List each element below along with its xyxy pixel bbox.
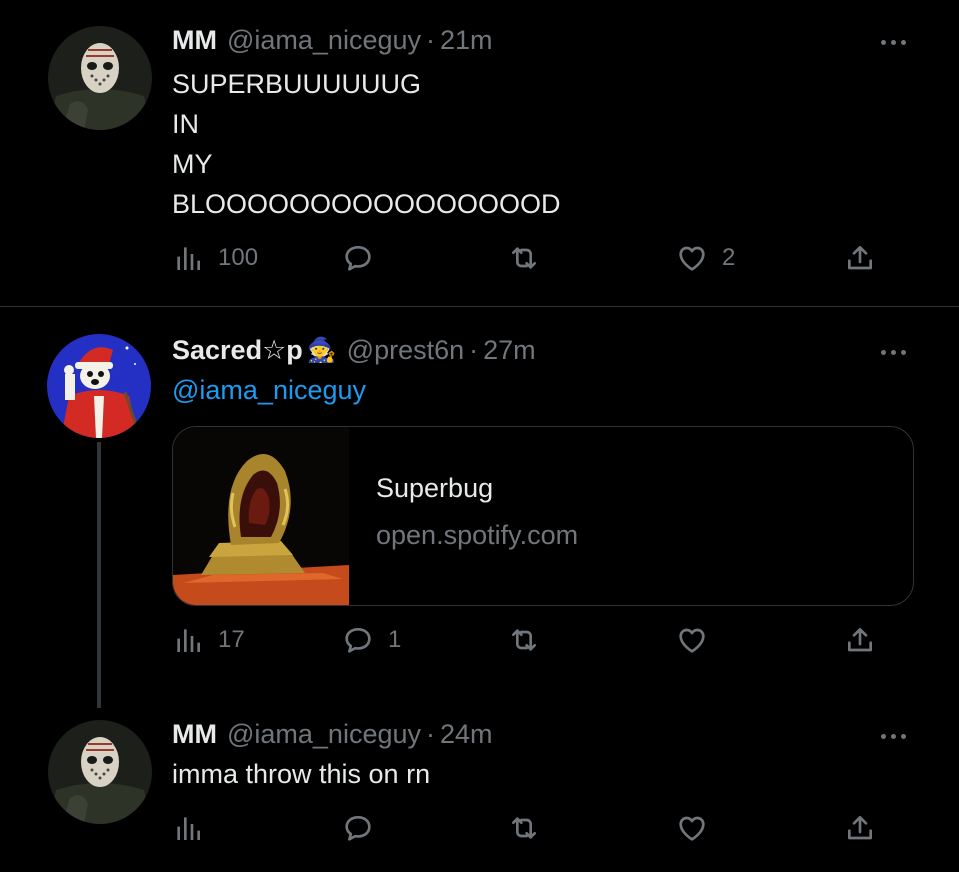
reply-button[interactable] [342,808,388,848]
timestamp[interactable]: 21m [440,25,493,56]
separator-dot: · [426,24,435,55]
retweet-button[interactable] [508,620,554,660]
views-count: 100 [218,244,259,271]
views-button[interactable]: 17 [172,620,245,660]
like-icon [679,816,705,841]
like-button[interactable]: 2 [676,238,735,278]
share-icon [848,628,872,652]
card-title: Superbug [376,473,494,503]
author-handle[interactable]: @prest6n [347,335,464,366]
views-icon [177,629,200,652]
tweet-3[interactable]: MM @iama_niceguy · 24m imma throw this o… [0,702,959,872]
avatar[interactable] [48,720,152,824]
author-handle[interactable]: @iama_niceguy [227,719,421,750]
mention-link[interactable]: @iama_niceguy [172,370,366,410]
link-card[interactable]: Superbug open.spotify.com [172,426,914,606]
views-button[interactable]: 100 [172,238,258,278]
author-name[interactable]: MM [172,719,217,750]
share-icon [848,816,872,840]
action-bar [172,808,887,848]
like-count: 2 [722,244,736,271]
tweet-text: SUPERBUUUUUUG IN MY BLOOOOOOOOOOOOOOOOD [172,64,561,224]
card-domain: open.spotify.com [376,520,579,550]
reply-icon [345,628,371,653]
like-button[interactable] [676,808,722,848]
reply-icon [345,246,371,271]
views-count: 17 [218,626,245,653]
share-button[interactable] [844,808,876,848]
tweet-header: Sacred☆p 🧙 @prest6n · 27m [172,332,536,368]
tweet-text-line: imma throw this on rn [172,759,431,789]
retweet-icon [512,247,536,269]
tweet-1[interactable]: MM @iama_niceguy · 21m SUPERBUUUUUUG IN … [0,0,959,306]
author-handle[interactable]: @iama_niceguy [227,25,421,56]
views-icon [177,247,200,270]
share-button[interactable] [844,620,876,660]
more-icon[interactable] [875,342,911,362]
tweet-text: @iama_niceguy [172,370,366,410]
tweet-text-line: IN [172,109,199,139]
views-button[interactable] [172,808,218,848]
reply-icon [345,816,371,841]
reply-button[interactable] [342,238,388,278]
separator-dot: · [426,718,435,749]
avatar[interactable] [47,334,151,438]
author-name[interactable]: MM [172,25,217,56]
separator-dot: · [469,334,479,365]
author-name[interactable]: Sacred☆p [172,335,303,366]
share-button[interactable] [844,238,876,278]
views-icon [177,817,200,840]
album-art [173,427,349,605]
retweet-icon [512,629,536,651]
tweet-header: MM @iama_niceguy · 21m [172,22,493,58]
author-name-emoji: 🧙 [306,336,337,364]
like-button[interactable] [676,620,722,660]
tweet-text-line: BLOOOOOOOOOOOOOOOOD [172,189,561,219]
avatar[interactable] [48,26,152,130]
retweet-button[interactable] [508,238,554,278]
reply-button[interactable]: 1 [342,620,401,660]
tweet-header: MM @iama_niceguy · 24m [172,716,493,752]
retweet-icon [512,817,536,839]
retweet-button[interactable] [508,808,554,848]
tweet-text: imma throw this on rn [172,754,430,794]
more-icon[interactable] [875,32,911,52]
timestamp[interactable]: 27m [483,335,536,366]
share-icon [848,246,872,270]
reply-count: 1 [388,626,402,653]
tweet-text-line: MY [172,149,213,179]
action-bar: 17 1 [172,620,887,660]
like-icon [679,628,705,653]
more-icon[interactable] [875,726,911,746]
like-icon [679,246,705,271]
timestamp[interactable]: 24m [440,719,493,750]
tweet-text-line: SUPERBUUUUUUG [172,69,422,99]
action-bar: 100 2 [172,238,887,278]
